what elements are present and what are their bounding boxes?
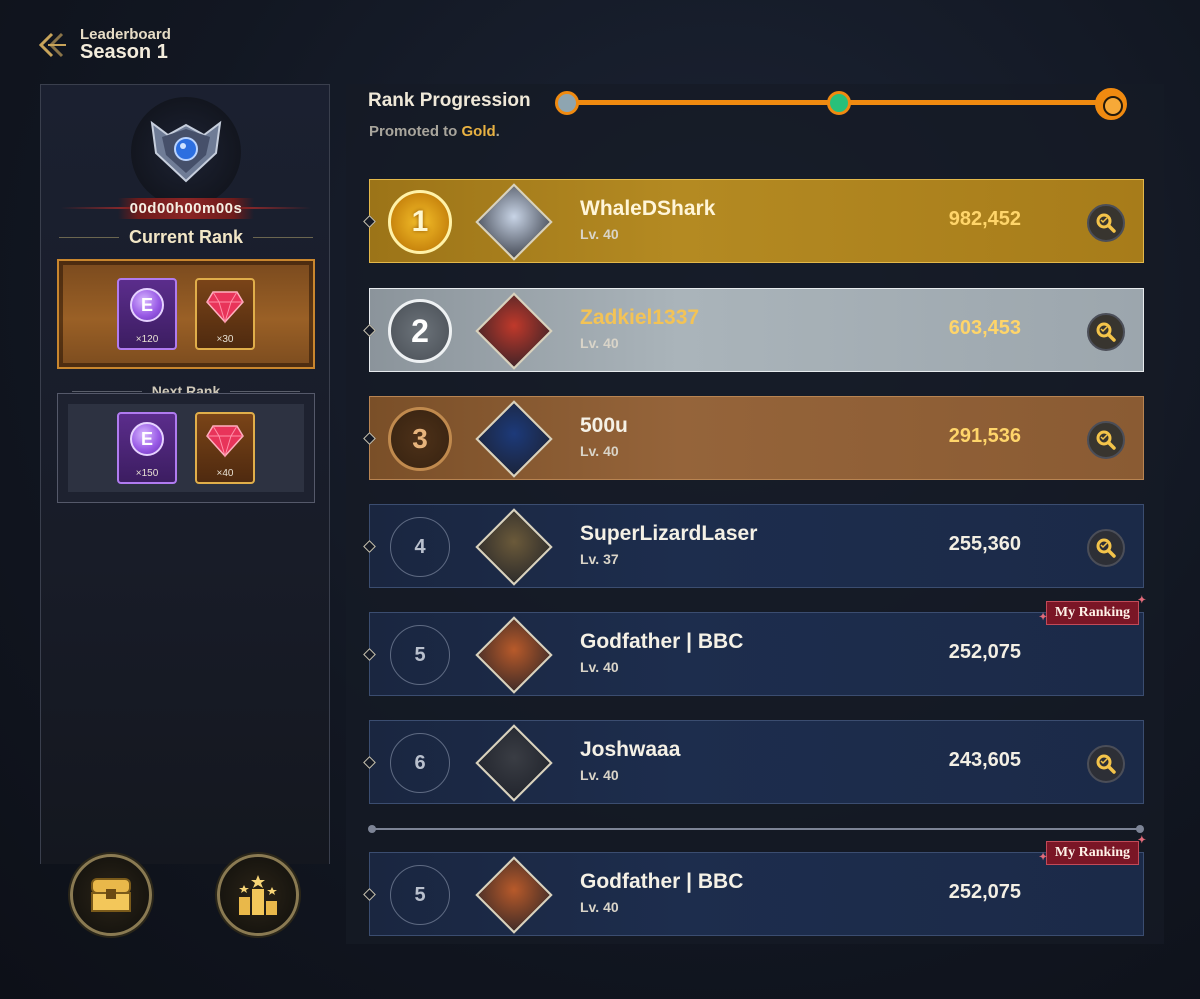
player-score: 252,075 bbox=[948, 881, 1021, 903]
reward-item[interactable]: E ×150 bbox=[117, 412, 177, 484]
rank-number-badge: 2 bbox=[388, 299, 452, 363]
player-score: 243,605 bbox=[948, 749, 1021, 771]
e-coin-icon: E bbox=[130, 288, 164, 322]
leaderboard-row[interactable]: 6 Joshwaaa Lv. 40 243,605 bbox=[363, 720, 1144, 804]
player-avatar bbox=[475, 292, 553, 370]
player-name: Joshwaaa bbox=[580, 738, 681, 761]
current-rank-rewards: E ×120 ×30 bbox=[57, 259, 315, 369]
reward-item[interactable]: ×30 bbox=[195, 278, 255, 350]
progress-node-green bbox=[827, 91, 851, 115]
leaderboard-row[interactable]: 4 SuperLizardLaser Lv. 37 255,360 bbox=[363, 504, 1144, 588]
player-avatar bbox=[475, 856, 553, 934]
podium-stars-icon bbox=[239, 875, 277, 915]
season-title: Season 1 bbox=[80, 41, 168, 64]
player-score: 982,452 bbox=[948, 208, 1021, 230]
rank-reward-panel: 00d00h00m00s Current Rank E ×120 ×30 Nex… bbox=[40, 84, 330, 864]
player-name: Zadkiel1337 bbox=[580, 306, 700, 329]
treasure-chest-icon bbox=[91, 878, 131, 912]
inspect-player-button[interactable] bbox=[1087, 745, 1125, 783]
promoted-rank: Gold bbox=[461, 123, 496, 140]
player-avatar bbox=[475, 616, 553, 694]
progress-node-gold bbox=[1095, 88, 1127, 120]
current-rank-label: Current Rank bbox=[128, 227, 244, 247]
reward-qty: ×30 bbox=[216, 334, 234, 345]
next-rank-rewards: E ×150 ×40 bbox=[57, 393, 315, 503]
player-score: 603,453 bbox=[948, 317, 1021, 339]
player-name: 500u bbox=[580, 414, 628, 437]
player-avatar bbox=[475, 508, 553, 586]
rank-number-badge: 4 bbox=[390, 517, 450, 577]
reward-qty: ×120 bbox=[135, 334, 159, 345]
leaderboard-row[interactable]: 5 Godfather | BBC Lv. 40 252,075 My Ranking bbox=[363, 835, 1146, 936]
rank-number-badge: 5 bbox=[390, 865, 450, 925]
rank-number-badge: 1 bbox=[388, 190, 452, 254]
rewards-chest-button[interactable] bbox=[70, 854, 152, 936]
rank-number-badge: 6 bbox=[390, 733, 450, 793]
magnifier-icon bbox=[1096, 213, 1116, 233]
header-text: Leaderboard Season 1 bbox=[80, 25, 171, 64]
player-score: 252,075 bbox=[948, 641, 1021, 663]
reward-qty: ×150 bbox=[135, 468, 159, 479]
ruby-gem-icon bbox=[206, 425, 244, 458]
season-timer: 00d00h00m00s bbox=[41, 195, 331, 221]
inspect-player-button[interactable] bbox=[1087, 529, 1125, 567]
player-score: 291,536 bbox=[948, 425, 1021, 447]
player-level: Lv. 40 bbox=[580, 335, 619, 351]
leaderboard-row[interactable]: 1 WhaleDShark Lv. 40 982,452 bbox=[363, 179, 1144, 263]
player-level: Lv. 40 bbox=[580, 226, 619, 242]
rankings-podium-button[interactable] bbox=[217, 854, 299, 936]
player-level: Lv. 40 bbox=[580, 899, 619, 915]
rank-progression-title: Rank Progression bbox=[368, 90, 531, 111]
rank-progression-subtitle: Promoted to Gold. bbox=[369, 123, 500, 140]
inspect-player-button[interactable] bbox=[1087, 421, 1125, 459]
magnifier-icon bbox=[1096, 538, 1116, 558]
rank-number-badge: 3 bbox=[388, 407, 452, 471]
player-level: Lv. 40 bbox=[580, 443, 619, 459]
player-avatar bbox=[475, 183, 553, 261]
magnifier-icon bbox=[1096, 754, 1116, 774]
player-name: SuperLizardLaser bbox=[580, 522, 758, 545]
player-avatar bbox=[475, 400, 553, 478]
e-coin-icon: E bbox=[130, 422, 164, 456]
player-avatar bbox=[475, 724, 553, 802]
player-score: 255,360 bbox=[948, 533, 1021, 555]
player-level: Lv. 37 bbox=[580, 551, 619, 567]
reward-qty: ×40 bbox=[216, 468, 234, 479]
timer-text: 00d00h00m00s bbox=[117, 197, 255, 219]
list-divider bbox=[368, 825, 1144, 833]
inspect-player-button[interactable] bbox=[1087, 313, 1125, 351]
my-ranking-tag: My Ranking bbox=[1039, 835, 1146, 865]
player-name: WhaleDShark bbox=[580, 197, 716, 220]
leaderboard-row[interactable]: 5 Godfather | BBC Lv. 40 252,075 My Ranking bbox=[363, 595, 1146, 696]
my-ranking-tag: My Ranking bbox=[1039, 595, 1146, 625]
header: Leaderboard Season 1 bbox=[36, 24, 171, 66]
player-level: Lv. 40 bbox=[580, 767, 619, 783]
reward-item[interactable]: E ×120 bbox=[117, 278, 177, 350]
progress-node-silver bbox=[555, 91, 579, 115]
magnifier-icon bbox=[1096, 430, 1116, 450]
current-rank-heading: Current Rank bbox=[41, 227, 331, 248]
magnifier-icon bbox=[1096, 322, 1116, 342]
leaderboard-row[interactable]: 2 Zadkiel1337 Lv. 40 603,453 bbox=[363, 288, 1144, 372]
leaderboard-row[interactable]: 3 500u Lv. 40 291,536 bbox=[363, 396, 1144, 480]
player-level: Lv. 40 bbox=[580, 659, 619, 675]
reward-item[interactable]: ×40 bbox=[195, 412, 255, 484]
player-name: Godfather | BBC bbox=[580, 630, 744, 653]
inspect-player-button[interactable] bbox=[1087, 204, 1125, 242]
back-button[interactable] bbox=[36, 28, 70, 62]
leaderboard-label: Leaderboard bbox=[80, 25, 171, 43]
rank-number-badge: 5 bbox=[390, 625, 450, 685]
rank-emblem bbox=[131, 97, 241, 207]
chevron-left-double-icon bbox=[38, 32, 66, 58]
rank-shield-emblem-icon bbox=[150, 120, 222, 183]
ruby-gem-icon bbox=[206, 291, 244, 324]
player-name: Godfather | BBC bbox=[580, 870, 744, 893]
